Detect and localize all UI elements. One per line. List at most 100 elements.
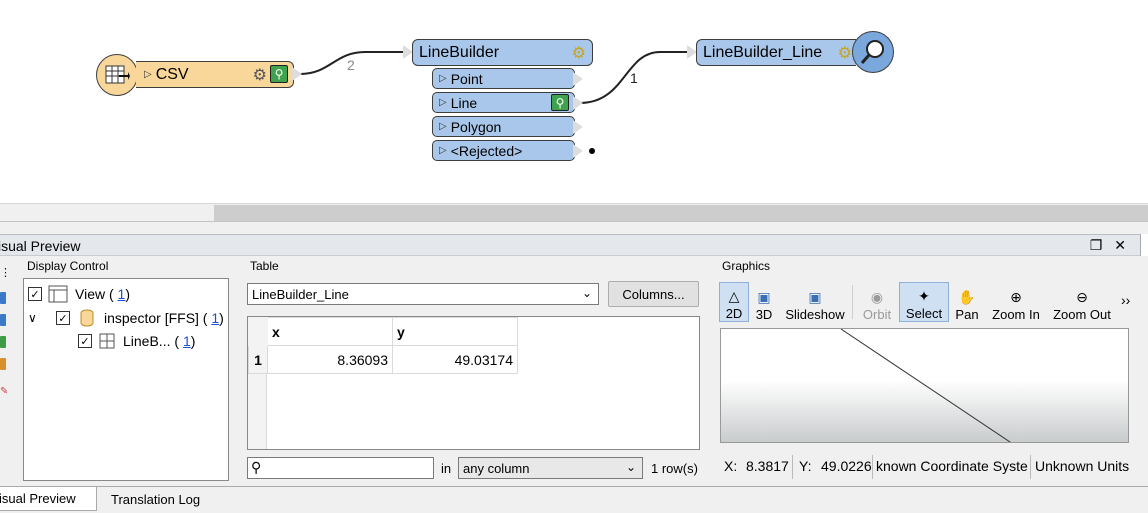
side-toolstrip: ⋮ ✎ bbox=[0, 266, 11, 408]
inspector-node[interactable]: LineBuilder_Line ⚙ bbox=[696, 39, 856, 66]
tree-item-label: View bbox=[75, 286, 106, 302]
row-index[interactable]: 1 bbox=[248, 345, 268, 374]
display-control-tree[interactable]: ✓ View ( 1) ∨ ✓ inspector [FFS] ( 1) ✓ L… bbox=[23, 278, 229, 481]
tool-label: Orbit bbox=[862, 307, 892, 322]
tool-label: Select bbox=[905, 306, 943, 321]
status-divider bbox=[1030, 455, 1031, 479]
table-grid-panel[interactable]: x y 1 8.36093 49.03174 bbox=[247, 316, 700, 450]
tool-pan[interactable]: ✋ Pan bbox=[954, 282, 980, 322]
x-label: X: bbox=[724, 458, 738, 474]
hand-icon: ✋ bbox=[958, 289, 976, 305]
port-label: <Rejected> bbox=[450, 142, 523, 159]
coordinate-system: known Coordinate Syste bbox=[876, 458, 1028, 474]
scrollbar-thumb[interactable] bbox=[214, 205, 1148, 221]
display-control-label: Display Control bbox=[27, 259, 109, 273]
csv-reader-circle[interactable] bbox=[96, 54, 138, 96]
inspect-magnifier-icon[interactable]: ⚲ bbox=[270, 65, 288, 83]
tool-icon[interactable]: ✎ bbox=[0, 386, 8, 397]
cube-3d-icon: ▣ bbox=[757, 289, 771, 305]
dataset-select[interactable]: LineBuilder_Line ⌄ bbox=[247, 283, 599, 305]
tab-label: isual Preview bbox=[0, 491, 76, 506]
search-box[interactable]: ⚲ bbox=[247, 457, 434, 479]
feature-count-link[interactable]: 1 bbox=[118, 286, 126, 302]
data-table: x y 1 8.36093 49.03174 bbox=[248, 317, 518, 374]
tool-icon[interactable] bbox=[0, 292, 6, 304]
tool-icon[interactable] bbox=[0, 336, 6, 348]
chevron-down-icon[interactable]: ∨ bbox=[28, 311, 44, 325]
tool-icon[interactable] bbox=[0, 358, 6, 370]
linebuilder-node[interactable]: LineBuilder ⚙ bbox=[412, 39, 593, 66]
table-cell[interactable]: 8.36093 bbox=[267, 345, 393, 374]
tool-zoom-out[interactable]: ⊖ Zoom Out bbox=[1052, 282, 1112, 322]
tree-item-inspector[interactable]: ∨ ✓ inspector [FFS] ( 1) bbox=[28, 309, 224, 327]
feature-count-link[interactable]: 1 bbox=[183, 333, 191, 349]
table-reader-icon bbox=[105, 65, 130, 84]
csv-node-title: CSV bbox=[155, 65, 189, 83]
zoom-in-icon: ⊕ bbox=[1010, 289, 1022, 305]
checkbox[interactable]: ✓ bbox=[28, 287, 42, 301]
columns-button[interactable]: Columns... bbox=[608, 281, 699, 307]
canvas-horizontal-scrollbar[interactable] bbox=[0, 203, 1148, 222]
graphics-view[interactable] bbox=[720, 328, 1129, 443]
tree-item-linebuilder[interactable]: ✓ LineB... ( 1) bbox=[78, 333, 195, 349]
line-feature[interactable] bbox=[721, 329, 1129, 443]
column-header[interactable]: y bbox=[392, 317, 518, 346]
feature-count-link[interactable]: 1 bbox=[211, 310, 219, 326]
port-label: Polygon bbox=[450, 118, 502, 135]
csv-reader-node[interactable]: ▷ CSV ⚙ ⚲ bbox=[136, 61, 294, 88]
graphics-label: Graphics bbox=[722, 259, 771, 273]
select-icon: ✦ bbox=[918, 288, 930, 304]
gear-icon[interactable]: ⚙ bbox=[253, 65, 267, 85]
workspace-canvas[interactable]: ▷ CSV ⚙ ⚲ 2 LineBuilder ⚙ ▷ Point ▷ Line… bbox=[0, 0, 1148, 203]
gear-icon[interactable]: ⚙ bbox=[572, 43, 586, 63]
port-rejected[interactable]: ▷ <Rejected> bbox=[432, 140, 575, 161]
inspector-circle[interactable] bbox=[852, 31, 894, 73]
bottom-tab-bar: isual Preview Translation Log bbox=[0, 486, 1148, 513]
gear-icon[interactable]: ⚙ bbox=[838, 43, 852, 63]
output-port-arrow[interactable] bbox=[292, 67, 302, 81]
pointer-icon[interactable]: ⋮ bbox=[0, 266, 11, 279]
status-divider bbox=[792, 455, 793, 479]
output-port-arrow[interactable] bbox=[573, 120, 583, 134]
orbit-icon: ◉ bbox=[870, 289, 884, 305]
tool-3d[interactable]: ▣ 3D bbox=[752, 282, 776, 322]
search-input[interactable] bbox=[268, 459, 428, 477]
expand-triangle-icon[interactable]: ▷ bbox=[439, 97, 447, 108]
output-port-arrow[interactable] bbox=[573, 96, 583, 110]
checkbox[interactable]: ✓ bbox=[78, 334, 92, 348]
expand-triangle-icon[interactable]: ▷ bbox=[144, 69, 152, 80]
port-line[interactable]: ▷ Line ⚲ bbox=[432, 92, 575, 113]
expand-triangle-icon[interactable]: ▷ bbox=[439, 73, 447, 84]
port-polygon[interactable]: ▷ Polygon bbox=[432, 116, 575, 137]
expand-triangle-icon[interactable]: ▷ bbox=[439, 121, 447, 132]
tree-item-view[interactable]: ✓ View ( 1) bbox=[28, 285, 130, 303]
linebuilder-title: LineBuilder bbox=[419, 43, 500, 61]
checkbox[interactable]: ✓ bbox=[56, 311, 70, 325]
output-port-arrow[interactable] bbox=[573, 72, 583, 86]
feature-type-icon bbox=[99, 333, 115, 349]
units: Unknown Units bbox=[1035, 458, 1130, 474]
tool-icon[interactable] bbox=[0, 314, 6, 326]
close-icon[interactable]: ✕ bbox=[1114, 237, 1126, 254]
float-window-icon[interactable]: ❐ bbox=[1090, 237, 1103, 254]
tool-zoom-in[interactable]: ⊕ Zoom In bbox=[990, 282, 1042, 322]
port-point[interactable]: ▷ Point bbox=[432, 68, 575, 89]
output-port-arrow[interactable] bbox=[573, 144, 583, 158]
table-row[interactable]: 1 8.36093 49.03174 bbox=[248, 345, 518, 374]
tool-slideshow[interactable]: ▣ Slideshow bbox=[784, 282, 846, 322]
table-cell[interactable]: 49.03174 bbox=[392, 345, 518, 374]
feature-count-label: 1 bbox=[630, 70, 638, 86]
tool-orbit[interactable]: ◉ Orbit bbox=[860, 282, 894, 322]
tool-select[interactable]: ✦ Select bbox=[899, 282, 949, 322]
expand-triangle-icon[interactable]: ▷ bbox=[439, 145, 447, 156]
database-icon bbox=[80, 309, 94, 327]
tab-translation-log[interactable]: Translation Log bbox=[103, 487, 208, 511]
tool-2d[interactable]: △ 2D bbox=[719, 282, 749, 322]
dock-title-bar: isual Preview ❐ ✕ bbox=[0, 234, 1148, 256]
column-filter-select[interactable]: any column ⌄ bbox=[458, 457, 643, 479]
tool-label: Pan bbox=[955, 307, 979, 322]
column-header[interactable]: x bbox=[267, 317, 393, 346]
tab-visual-preview[interactable]: isual Preview bbox=[0, 487, 97, 511]
more-tools-chevron-icon[interactable]: ›› bbox=[1121, 292, 1130, 308]
inspect-magnifier-icon[interactable]: ⚲ bbox=[551, 94, 569, 111]
